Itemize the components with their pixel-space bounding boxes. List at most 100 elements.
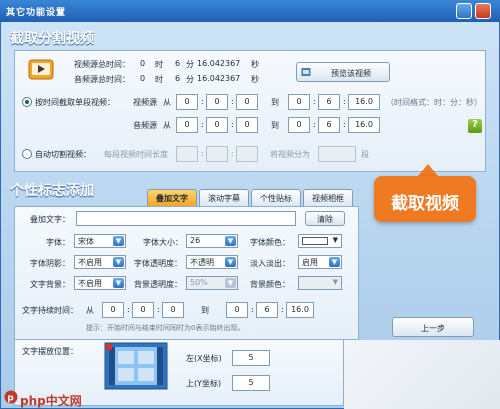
overlay-text-panel	[14, 206, 359, 340]
font-opacity-value: 不透明	[190, 258, 214, 267]
previous-step-button[interactable]: 上一步	[392, 317, 474, 337]
watermark-text: php中文网	[20, 394, 82, 408]
time-separator: :	[127, 305, 130, 314]
time-separator: :	[157, 305, 160, 314]
mode-auto-split-radio[interactable]	[22, 149, 32, 159]
close-icon[interactable]	[475, 3, 491, 19]
segment-hours-input[interactable]	[176, 146, 198, 162]
audio-duration-seconds: 16.042367	[197, 74, 241, 83]
time-format-hint: （时间格式：时：分：秒）	[386, 98, 482, 107]
font-shadow-value: 不启用	[78, 258, 102, 267]
time-separator: :	[201, 149, 204, 158]
duration-from-hours-input[interactable]: 0	[102, 302, 124, 318]
audio-to-hours-input[interactable]: 0	[288, 117, 310, 133]
time-separator: :	[201, 120, 204, 129]
font-select[interactable]: 宋体 ▼	[74, 234, 126, 248]
bg-color-picker[interactable]: ▼	[298, 276, 342, 290]
video-to-label: 到	[271, 98, 279, 107]
font-color-picker[interactable]: ▼	[298, 234, 342, 248]
overlay-text-label: 叠加文字：	[30, 215, 70, 224]
audio-to-seconds-input[interactable]: 16.0	[348, 117, 380, 133]
video-from-label: 从	[163, 98, 171, 107]
chevron-down-icon: ▼	[113, 236, 124, 246]
help-icon[interactable]: ?	[468, 119, 482, 133]
capture-section-title: 截取分割视频	[10, 31, 94, 47]
audio-to-minutes-input[interactable]: 6	[318, 117, 340, 133]
bg-opacity-select[interactable]: 50% ▼	[186, 276, 238, 290]
segment-count-input[interactable]	[318, 146, 356, 162]
chevron-down-icon: ▼	[329, 257, 340, 267]
duration-to-hours-input[interactable]: 0	[226, 302, 248, 318]
overlay-text-input[interactable]	[76, 211, 296, 226]
video-duration-seconds: 16.042367	[197, 59, 241, 68]
audio-from-seconds-input[interactable]: 0	[236, 117, 258, 133]
time-separator: :	[313, 97, 316, 106]
video-icon	[28, 57, 54, 81]
clear-button[interactable]: 清除	[305, 211, 345, 226]
duration-to-minutes-input[interactable]: 6	[256, 302, 278, 318]
text-bg-select[interactable]: 不启用 ▼	[74, 276, 126, 290]
video-duration-second-unit: 秒	[251, 60, 259, 69]
video-duration-minute-unit: 分	[186, 60, 194, 69]
video-from-seconds-input[interactable]: 0	[236, 94, 258, 110]
font-value: 宋体	[78, 237, 94, 246]
video-to-hours-input[interactable]: 0	[288, 94, 310, 110]
video-duration-label: 视频源总时间：	[74, 60, 130, 69]
time-separator: :	[231, 97, 234, 106]
segment-seconds-input[interactable]	[236, 146, 258, 162]
chevron-down-icon: ▼	[225, 278, 236, 288]
video-from-minutes-input[interactable]: 0	[206, 94, 228, 110]
preview-video-button[interactable]: 预览该视频	[296, 62, 390, 82]
font-size-select[interactable]: 26 ▼	[186, 234, 238, 248]
video-to-minutes-input[interactable]: 6	[318, 94, 340, 110]
video-duration-hours: 0	[140, 59, 146, 68]
time-separator: :	[281, 305, 284, 314]
font-label: 字体：	[46, 238, 70, 247]
title-bar[interactable]: 其它功能设置	[0, 0, 500, 22]
video-duration-hour-unit: 时	[155, 60, 163, 69]
font-shadow-select[interactable]: 不启用 ▼	[74, 255, 126, 269]
tab-custom-sticker[interactable]: 个性贴标	[251, 189, 301, 206]
position-left-input[interactable]: 5	[232, 350, 270, 366]
duration-to-label: 到	[201, 306, 209, 315]
video-to-seconds-input[interactable]: 16.0	[348, 94, 380, 110]
time-separator: :	[231, 120, 234, 129]
tab-scroll-subtitle[interactable]: 滚动字幕	[199, 189, 249, 206]
mode-by-time-radio[interactable]	[22, 97, 32, 107]
position-top-input[interactable]: 5	[232, 375, 270, 391]
font-opacity-select[interactable]: 不透明 ▼	[186, 255, 238, 269]
text-duration-label: 文字持续时间：	[22, 306, 78, 315]
audio-from-label: 从	[163, 121, 171, 130]
film-icon	[301, 67, 311, 77]
audio-to-label: 到	[271, 121, 279, 130]
bg-opacity-label: 背景透明度：	[134, 280, 182, 289]
tab-video-frame[interactable]: 视频相框	[303, 189, 353, 206]
duration-to-seconds-input[interactable]: 16.0	[286, 302, 314, 318]
segment-minutes-input[interactable]	[206, 146, 228, 162]
duration-from-seconds-input[interactable]: 0	[162, 302, 184, 318]
chevron-down-icon: ▼	[332, 236, 338, 244]
bg-color-label: 背景颜色：	[250, 280, 290, 289]
tab-overlay-text[interactable]: 叠加文字	[147, 189, 197, 206]
chevron-down-icon: ▼	[113, 257, 124, 267]
time-separator: :	[231, 149, 234, 158]
audio-from-hours-input[interactable]: 0	[176, 117, 198, 133]
chevron-down-icon: ▼	[225, 257, 236, 267]
audio-from-minutes-input[interactable]: 0	[206, 117, 228, 133]
minimize-icon[interactable]	[456, 3, 472, 19]
time-separator: :	[251, 305, 254, 314]
time-separator: :	[201, 97, 204, 106]
window-controls	[456, 3, 496, 19]
callout-tip	[418, 164, 438, 176]
fade-select[interactable]: 启用 ▼	[298, 255, 342, 269]
audio-duration-second-unit: 秒	[251, 75, 259, 84]
duration-from-minutes-input[interactable]: 0	[132, 302, 154, 318]
font-size-value: 26	[190, 236, 201, 245]
audio-duration-hour-unit: 时	[155, 75, 163, 84]
text-bg-label: 文字背景：	[30, 280, 70, 289]
video-from-hours-input[interactable]: 0	[176, 94, 198, 110]
position-preview-icon[interactable]	[104, 342, 168, 390]
color-swatch	[302, 237, 328, 245]
font-size-label: 字体大小：	[143, 238, 183, 247]
fade-value: 启用	[302, 258, 318, 267]
